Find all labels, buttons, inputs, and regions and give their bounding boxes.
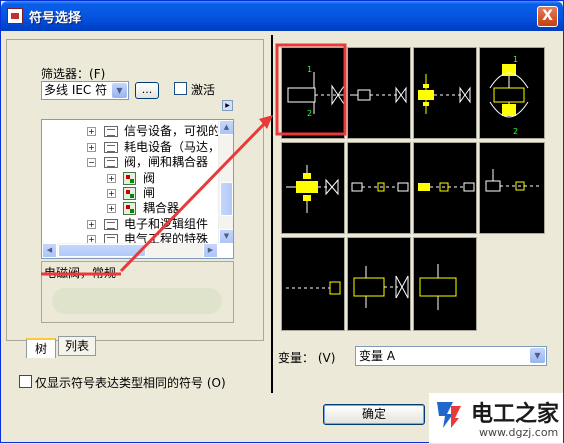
expand-arrow-icon[interactable]: ▶ [222, 100, 233, 111]
valve-symbol [286, 281, 341, 295]
symbol-cell-6[interactable] [347, 142, 411, 234]
chevron-down-icon[interactable]: ▼ [530, 348, 545, 363]
valve-symbol [286, 165, 339, 213]
watermark-title: 电工之家 [471, 402, 560, 427]
panel-divider [271, 35, 273, 393]
symbol-icon [123, 202, 136, 215]
activate-label: 激活 [191, 83, 216, 97]
tree-item[interactable]: − 阀，闸和耦合器 [42, 155, 218, 170]
expand-icon[interactable]: + [107, 189, 116, 198]
tree-item[interactable]: + 信号设备，可视的 [42, 124, 220, 139]
chevron-down-icon[interactable]: ▼ [112, 83, 127, 98]
tree-item[interactable]: + 电子和逻辑组件 [42, 217, 218, 232]
tree-item[interactable]: + 耗电设备（马达， [42, 140, 220, 155]
symbol-cell-2[interactable] [347, 47, 411, 139]
collapse-icon[interactable]: − [87, 158, 96, 167]
window-title: 符号选择 [29, 11, 82, 26]
symbol-cell-8[interactable] [479, 142, 545, 234]
symbol-tree[interactable]: + 信号设备，可视的 + 耗电设备（马达， − 阀，闸和耦合器 + 阀 + 闸 … [41, 119, 234, 259]
valve-symbol [418, 74, 471, 114]
scroll-right-icon[interactable]: ▶ [203, 243, 218, 258]
symbol-cell-4[interactable]: 1 2 [479, 47, 545, 139]
symbol-cell-9[interactable] [281, 237, 345, 331]
scroll-thumb[interactable] [58, 244, 146, 257]
valve-symbol: 1 2 [489, 55, 529, 136]
tab-list[interactable]: 列表 [58, 336, 96, 356]
description-box: 电磁阀，常规 [41, 261, 234, 323]
variant-combo-value: 变量 A [359, 349, 396, 363]
symbol-grid[interactable]: 1 2 1 2 [279, 44, 547, 334]
folder-icon [104, 219, 118, 230]
expand-icon[interactable]: + [107, 204, 116, 213]
filter-label: 筛选器：(F) [41, 67, 106, 81]
valve-symbol [418, 182, 475, 192]
valve-symbol [485, 169, 540, 192]
filter-combo-value: 多线 IEC 符 [44, 83, 108, 97]
activate-checkbox[interactable] [174, 82, 187, 95]
valve-symbol [351, 182, 409, 192]
expand-icon[interactable]: + [87, 127, 96, 136]
title-bar: 符号选择 X [1, 1, 563, 31]
ok-button[interactable]: 确定 [323, 404, 425, 425]
valve-symbol: 1 2 [287, 65, 346, 118]
expand-icon[interactable]: + [87, 143, 96, 152]
svg-text:2: 2 [513, 127, 518, 136]
watermark: 电工之家 www.dgzj.com [429, 393, 563, 443]
filter-browse-button[interactable]: ... [135, 82, 159, 99]
symbol-icon [123, 172, 136, 185]
tree-item[interactable]: + 阀 [42, 171, 218, 186]
symbol-cell-5[interactable] [281, 142, 345, 234]
logo-icon [437, 402, 461, 428]
symbol-selection-dialog: 符号选择 X 筛选器：(F) 多线 IEC 符 ▼ ... 激活 ▶ + 信号设… [0, 0, 564, 443]
tree-item[interactable]: + 闸 [42, 186, 218, 201]
symbol-description: 电磁阀，常规 [44, 266, 117, 280]
tree-horizontal-scrollbar[interactable]: ◀ ▶ [42, 243, 218, 258]
variant-combo[interactable]: 变量 A ▼ [355, 346, 547, 366]
blurred-text [52, 288, 222, 314]
scroll-left-icon[interactable]: ◀ [42, 243, 57, 258]
scroll-thumb[interactable] [220, 182, 233, 216]
scroll-down-icon[interactable]: ▼ [219, 229, 233, 244]
valve-symbol [419, 264, 457, 310]
symbol-cell-1[interactable]: 1 2 [281, 47, 346, 139]
folder-icon [104, 157, 118, 168]
same-type-only-label: 仅显示符号表达类型相同的符号 (O) [35, 376, 226, 390]
symbol-icon [123, 187, 136, 200]
same-type-only-checkbox[interactable] [19, 375, 32, 388]
symbol-cell-7[interactable] [413, 142, 477, 234]
tab-tree[interactable]: 树 [26, 338, 56, 358]
valve-symbol [353, 266, 409, 308]
scroll-up-icon[interactable]: ▲ [219, 120, 233, 135]
valve-symbol [350, 86, 407, 104]
app-icon [7, 8, 23, 24]
symbol-cell-3[interactable] [413, 47, 477, 139]
folder-icon [104, 142, 118, 153]
tree-item[interactable]: + 耦合器 [42, 201, 218, 216]
symbol-cell-10[interactable] [347, 237, 411, 331]
watermark-url: www.dgzj.com [479, 426, 559, 439]
filter-combo[interactable]: 多线 IEC 符 ▼ [41, 81, 129, 100]
tree-vertical-scrollbar[interactable]: ▲ ▼ [218, 120, 233, 244]
svg-text:2: 2 [307, 109, 312, 118]
expand-icon[interactable]: + [87, 220, 96, 229]
close-button[interactable]: X [537, 6, 558, 27]
variant-label: 变量： (V) [278, 351, 336, 365]
expand-icon[interactable]: + [107, 174, 116, 183]
symbol-cell-11[interactable] [413, 237, 477, 331]
svg-text:1: 1 [513, 55, 518, 64]
svg-text:1: 1 [307, 65, 312, 74]
folder-icon [104, 126, 118, 137]
